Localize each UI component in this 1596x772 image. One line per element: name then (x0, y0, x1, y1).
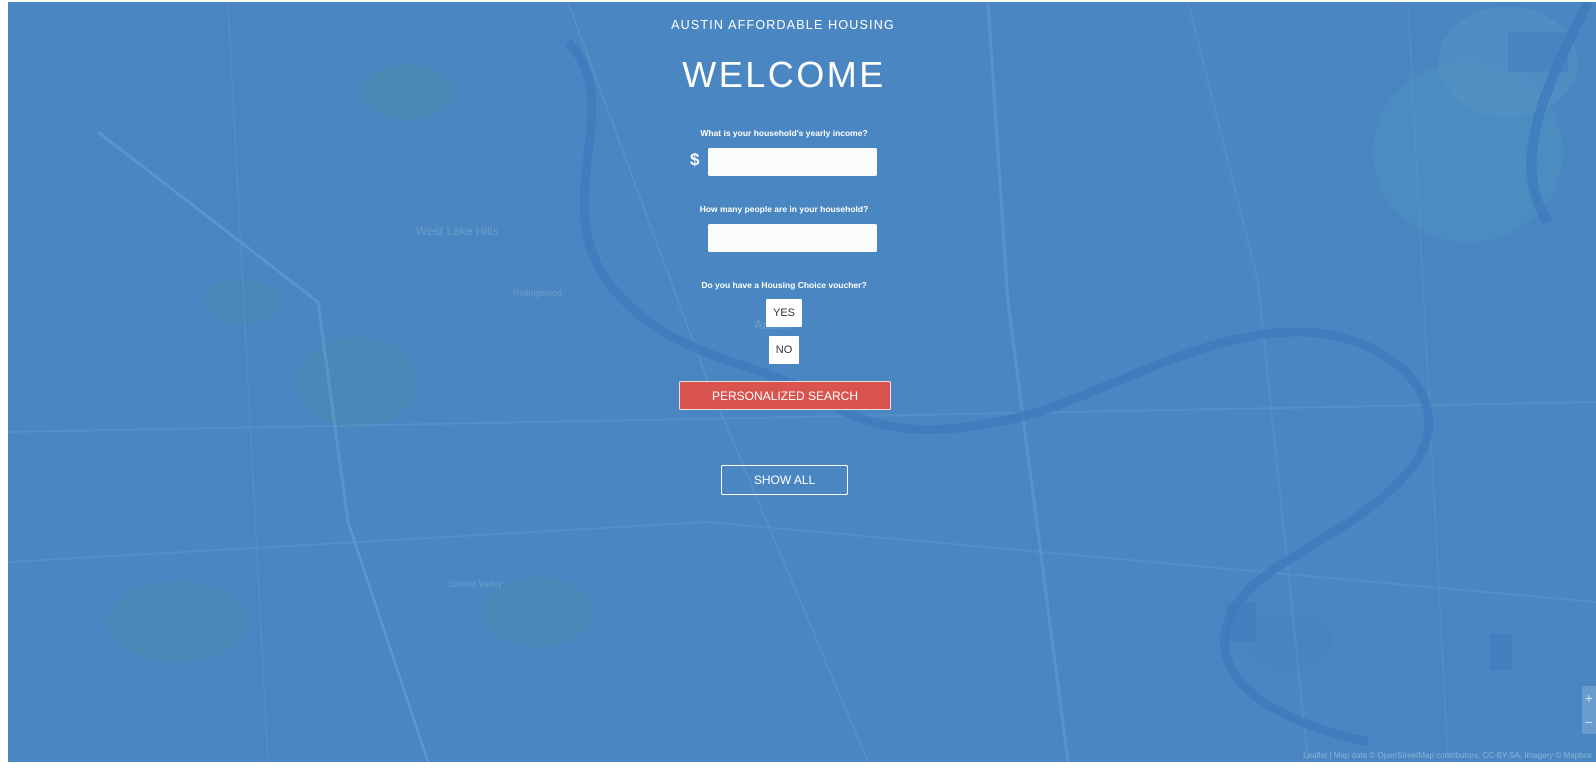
voucher-question-label: Do you have a Housing Choice voucher? (701, 280, 867, 290)
page-title: WELCOME (682, 54, 886, 95)
household-size-input[interactable] (708, 224, 877, 252)
income-question-label: What is your household's yearly income? (700, 128, 868, 138)
personalized-search-button[interactable]: PERSONALIZED SEARCH (679, 381, 891, 410)
page-frame: West Lake Hills Rollingwood Austin Sunse… (8, 2, 1596, 762)
welcome-overlay: AUSTIN AFFORDABLE HOUSING WELCOME What i… (8, 2, 1596, 762)
zoom-out-button[interactable]: − (1582, 710, 1596, 734)
map-zoom-control: + − (1582, 686, 1596, 734)
site-title: AUSTIN AFFORDABLE HOUSING (671, 18, 895, 32)
show-all-button[interactable]: SHOW ALL (721, 465, 848, 495)
income-input[interactable] (708, 148, 877, 176)
currency-symbol: $ (690, 150, 700, 169)
zoom-in-button[interactable]: + (1582, 686, 1596, 710)
voucher-yes-button[interactable]: YES (766, 299, 802, 327)
map-attribution: Leaflet | Map data © OpenStreetMap contr… (1303, 751, 1592, 760)
voucher-no-button[interactable]: NO (769, 336, 799, 364)
household-question-label: How many people are in your household? (699, 204, 869, 214)
